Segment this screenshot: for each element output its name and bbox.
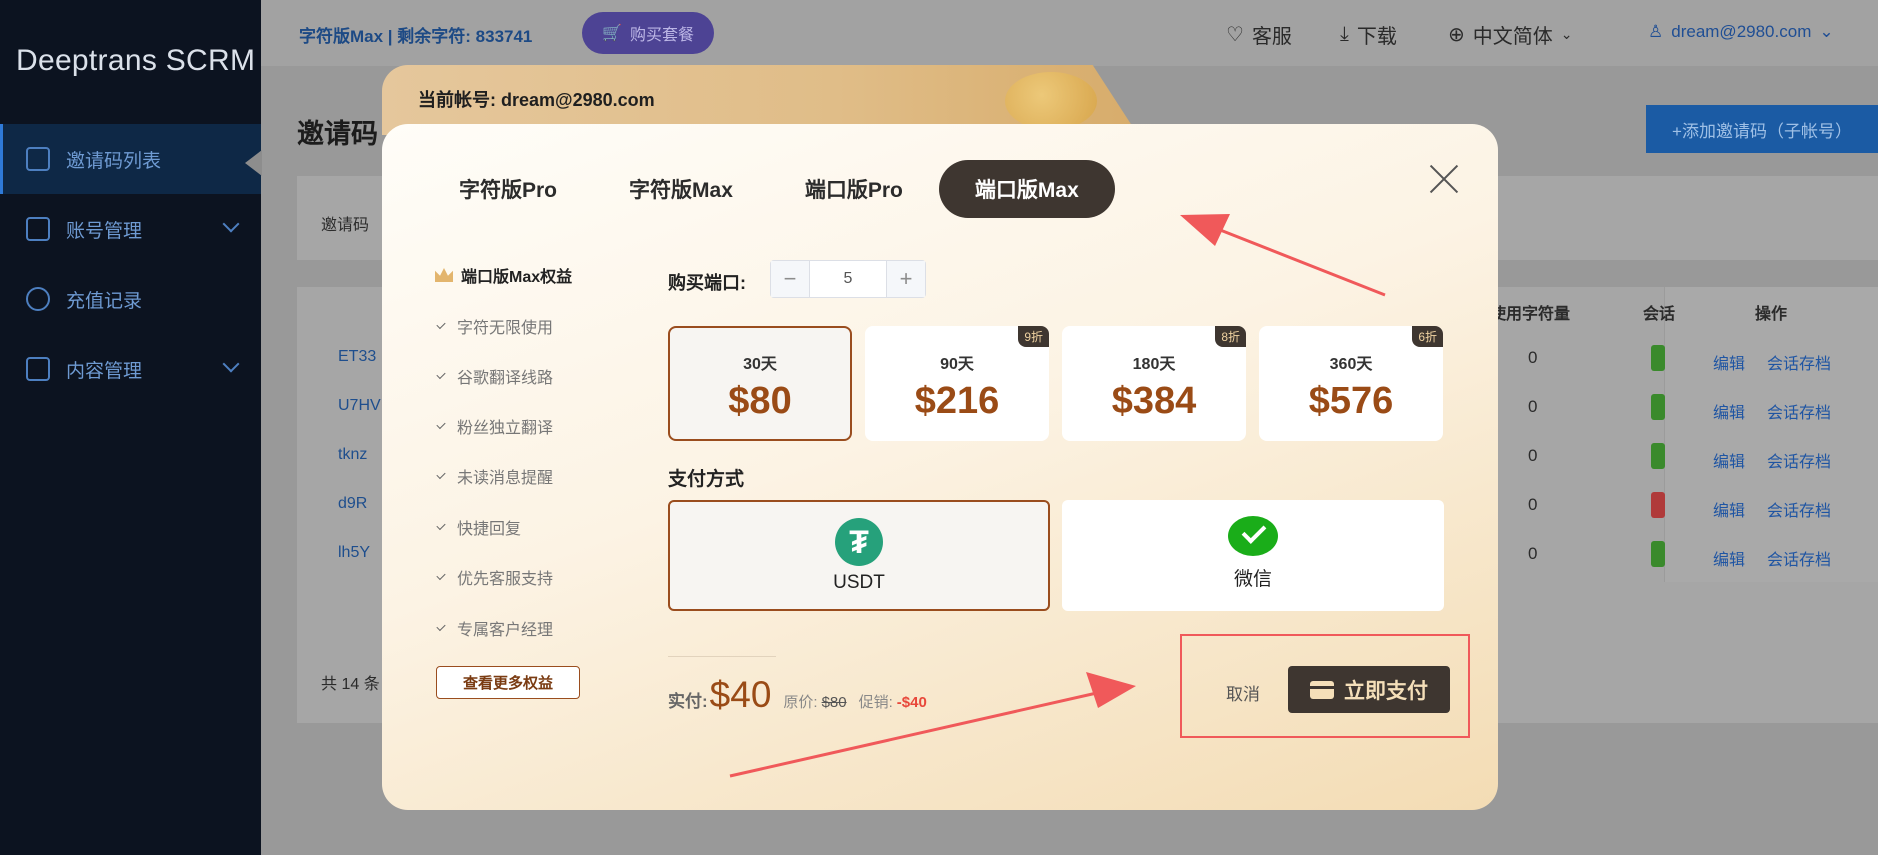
- annotation-arrows: [729, 214, 1386, 778]
